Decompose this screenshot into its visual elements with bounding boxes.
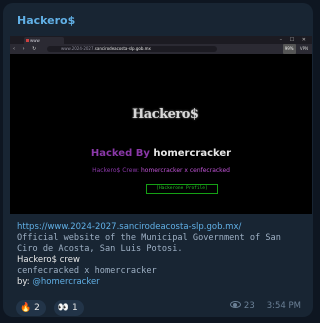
browser-tab-bar: www – ☐ ✕ — [10, 36, 312, 44]
crew-line: Hackero$ Crew: homercracker x cenfecrack… — [10, 167, 312, 174]
reaction-eyes[interactable]: 👀 1 — [53, 300, 84, 316]
defaced-site: Hackero$ Hacked By homercracker Hackero$… — [10, 54, 312, 214]
browser-tab-title: www — [30, 38, 40, 43]
message-meta: 23 3:54 PM — [229, 301, 301, 311]
hackeros-logo: Hackero$ — [132, 107, 199, 122]
caption-url-link[interactable]: https://www.2024-2027.sancirodeacosta-sl… — [17, 222, 307, 233]
browser-toolbar-right: 99% VPN — [282, 44, 308, 54]
hackerone-profile-link: [Hackerone Profile] — [146, 184, 218, 194]
window-controls-icon: – ☐ ✕ — [279, 37, 309, 43]
message-time: 3:54 PM — [266, 301, 301, 311]
vpn-label: VPN — [299, 46, 308, 51]
sender-name[interactable]: Hackero$ — [17, 14, 75, 27]
message-bubble: Hackero$ www – ☐ ✕ ‹ › ↻ www.2024-2027.s… — [3, 3, 313, 317]
browser-tab: www — [24, 37, 64, 44]
url-prefix: www.2024-2027. — [61, 46, 95, 51]
reactions-bar: 🔥 2 👀 1 — [16, 295, 87, 316]
url-domain: sancirodeacosta-slp.gob.mx — [94, 46, 151, 51]
message-photo[interactable]: www – ☐ ✕ ‹ › ↻ www.2024-2027.sancirodea… — [10, 36, 312, 214]
message-caption: https://www.2024-2027.sancirodeacosta-sl… — [17, 222, 307, 288]
views-eye-icon — [229, 301, 241, 308]
tab-favicon-icon — [26, 39, 29, 42]
caption-description-1: Official website of the Municipal Govern… — [17, 233, 281, 243]
caption-description-2: Ciro de Acosta, San Luis Potosi. — [17, 244, 183, 254]
crew-prefix: Hackero$ Crew: — [92, 167, 141, 174]
nav-arrows-icon: ‹ › ↻ — [13, 46, 40, 52]
reaction-count: 1 — [72, 303, 78, 313]
reaction-count: 2 — [34, 303, 40, 313]
view-count: 23 — [243, 301, 255, 311]
browser-nav-bar: ‹ › ↻ www.2024-2027.sancirodeacosta-slp.… — [10, 44, 312, 54]
caption-by-prefix: by: — [17, 277, 33, 287]
eyes-icon: 👀 — [57, 303, 70, 313]
zoom-badge: 99% — [282, 44, 296, 54]
browser-url-bar: www.2024-2027.sancirodeacosta-slp.gob.mx — [47, 46, 217, 52]
caption-by-line: by: @homercracker — [17, 277, 307, 288]
fire-icon: 🔥 — [20, 303, 32, 313]
hacked-by-heading: Hacked By homercracker — [10, 148, 312, 159]
caption-members: cenfecracked x homercracker — [17, 266, 157, 276]
reaction-fire[interactable]: 🔥 2 — [16, 300, 46, 316]
hacked-prefix: Hacked By — [90, 148, 154, 159]
author-mention-link[interactable]: @homercracker — [32, 277, 99, 287]
caption-crew: Hackero$ crew — [17, 255, 80, 265]
hacked-name: homercracker — [153, 148, 232, 159]
crew-members: homercracker x cenfecracked — [140, 167, 230, 174]
